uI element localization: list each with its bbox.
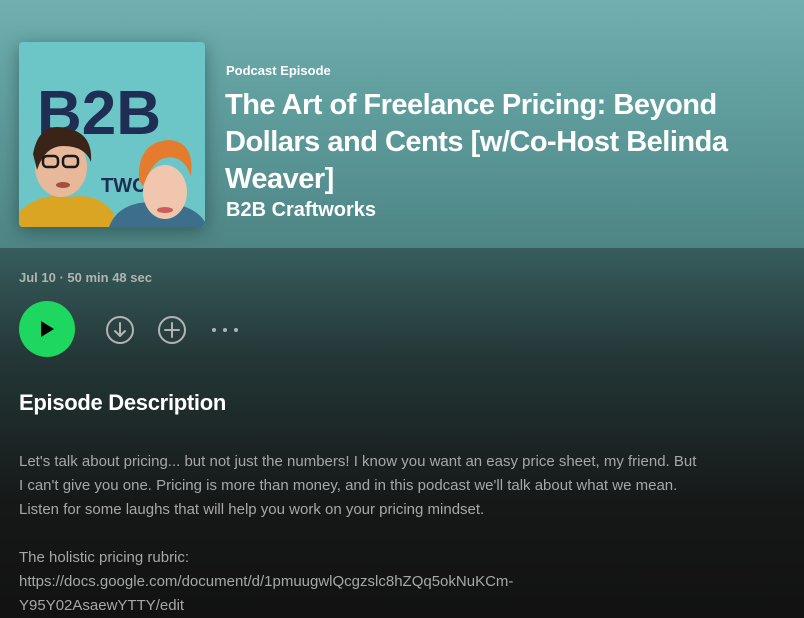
episode-title: The Art of Freelance Pricing: Beyond Dol… [225,89,728,195]
description-paragraph: Let's talk about pricing... but not just… [19,453,697,518]
rubric-link-line1[interactable]: https://docs.google.com/document/d/1pmuu… [19,573,513,590]
more-icon [212,328,238,332]
download-button[interactable] [105,315,135,350]
play-icon [41,321,54,337]
rubric-link[interactable]: https://docs.google.com/document/d/1pmuu… [19,573,513,614]
episode-type-label: Podcast Episode [226,63,331,78]
rubric-link-line2[interactable]: Y95Y02AsaewYTTY/edit [19,597,184,614]
show-name-link[interactable]: B2B Craftworks [226,199,376,222]
more-options-button[interactable] [210,320,240,345]
episode-description: Let's talk about pricing... but not just… [19,450,699,618]
rubric-label: The holistic pricing rubric: [19,549,190,566]
episode-cover-art[interactable]: B2B TWO [19,42,205,227]
add-icon [158,316,186,344]
episode-description-heading: Episode Description [19,390,227,415]
episode-date-duration: Jul 10 · 50 min 48 sec [19,270,152,285]
download-icon [106,316,134,344]
play-button[interactable] [19,301,75,357]
add-to-library-button[interactable] [157,315,187,350]
